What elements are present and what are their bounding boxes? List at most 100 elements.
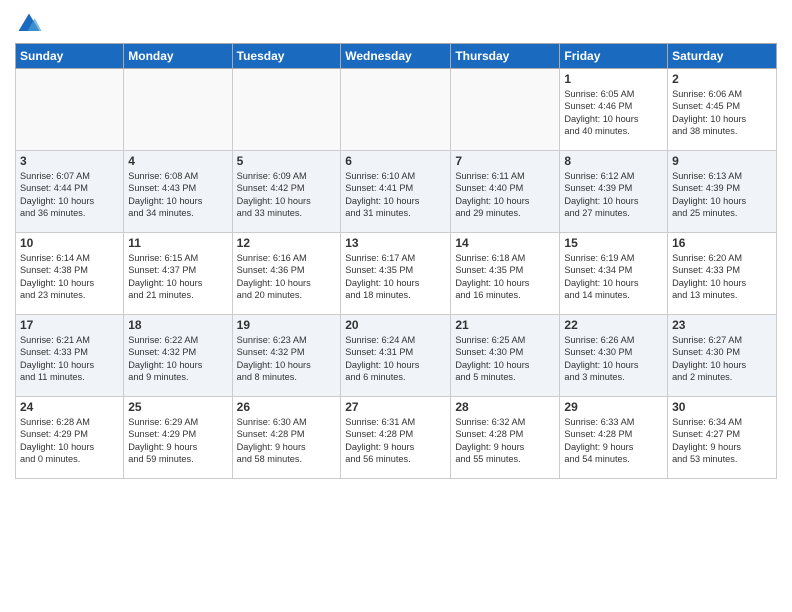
day-number: 1: [564, 72, 663, 86]
day-number: 12: [237, 236, 337, 250]
day-info: Sunrise: 6:26 AM Sunset: 4:30 PM Dayligh…: [564, 334, 663, 384]
day-info: Sunrise: 6:06 AM Sunset: 4:45 PM Dayligh…: [672, 88, 772, 138]
calendar-cell: 18 Sunrise: 6:22 AM Sunset: 4:32 PM Dayli…: [124, 315, 232, 397]
calendar-week-4: 17 Sunrise: 6:21 AM Sunset: 4:33 PM Dayli…: [16, 315, 777, 397]
calendar-week-5: 24 Sunrise: 6:28 AM Sunset: 4:29 PM Dayli…: [16, 397, 777, 479]
day-number: 17: [20, 318, 119, 332]
day-info: Sunrise: 6:05 AM Sunset: 4:46 PM Dayligh…: [564, 88, 663, 138]
day-number: 9: [672, 154, 772, 168]
calendar-week-2: 3Sunrise: 6:07 AM Sunset: 4:44 PM Daylig…: [16, 151, 777, 233]
day-info: Sunrise: 6:09 AM Sunset: 4:42 PM Dayligh…: [237, 170, 337, 220]
calendar-cell: [341, 69, 451, 151]
calendar-cell: 26Sunrise: 6:30 AM Sunset: 4:28 PM Dayli…: [232, 397, 341, 479]
calendar-cell: 4 Sunrise: 6:08 AM Sunset: 4:43 PM Daylig…: [124, 151, 232, 233]
day-info: Sunrise: 6:08 AM Sunset: 4:43 PM Dayligh…: [128, 170, 227, 220]
day-number: 6: [345, 154, 446, 168]
day-number: 2: [672, 72, 772, 86]
page-container: SundayMondayTuesdayWednesdayThursdayFrid…: [0, 0, 792, 484]
day-info: Sunrise: 6:33 AM Sunset: 4:28 PM Dayligh…: [564, 416, 663, 466]
day-number: 7: [455, 154, 555, 168]
calendar-cell: 14 Sunrise: 6:18 AM Sunset: 4:35 PM Dayli…: [451, 233, 560, 315]
calendar-cell: 16Sunrise: 6:20 AM Sunset: 4:33 PM Dayli…: [668, 233, 777, 315]
calendar-cell: 9 Sunrise: 6:13 AM Sunset: 4:39 PM Daylig…: [668, 151, 777, 233]
calendar-header-row: SundayMondayTuesdayWednesdayThursdayFrid…: [16, 44, 777, 69]
calendar-cell: 28Sunrise: 6:32 AM Sunset: 4:28 PM Dayli…: [451, 397, 560, 479]
calendar-cell: 7 Sunrise: 6:11 AM Sunset: 4:40 PM Daylig…: [451, 151, 560, 233]
calendar-header-saturday: Saturday: [668, 44, 777, 69]
day-info: Sunrise: 6:34 AM Sunset: 4:27 PM Dayligh…: [672, 416, 772, 466]
day-info: Sunrise: 6:12 AM Sunset: 4:39 PM Dayligh…: [564, 170, 663, 220]
calendar-cell: 29 Sunrise: 6:33 AM Sunset: 4:28 PM Dayli…: [560, 397, 668, 479]
day-info: Sunrise: 6:27 AM Sunset: 4:30 PM Dayligh…: [672, 334, 772, 384]
day-info: Sunrise: 6:13 AM Sunset: 4:39 PM Dayligh…: [672, 170, 772, 220]
calendar-week-3: 10 Sunrise: 6:14 AM Sunset: 4:38 PM Dayli…: [16, 233, 777, 315]
calendar-cell: 30 Sunrise: 6:34 AM Sunset: 4:27 PM Dayli…: [668, 397, 777, 479]
day-number: 30: [672, 400, 772, 414]
calendar-cell: 25 Sunrise: 6:29 AM Sunset: 4:29 PM Dayli…: [124, 397, 232, 479]
calendar: SundayMondayTuesdayWednesdayThursdayFrid…: [15, 43, 777, 479]
calendar-cell: 1 Sunrise: 6:05 AM Sunset: 4:46 PM Daylig…: [560, 69, 668, 151]
calendar-cell: 6 Sunrise: 6:10 AM Sunset: 4:41 PM Daylig…: [341, 151, 451, 233]
day-info: Sunrise: 6:16 AM Sunset: 4:36 PM Dayligh…: [237, 252, 337, 302]
calendar-cell: [16, 69, 124, 151]
calendar-cell: 23 Sunrise: 6:27 AM Sunset: 4:30 PM Dayli…: [668, 315, 777, 397]
day-number: 11: [128, 236, 227, 250]
calendar-cell: 10 Sunrise: 6:14 AM Sunset: 4:38 PM Dayli…: [16, 233, 124, 315]
calendar-cell: 15Sunrise: 6:19 AM Sunset: 4:34 PM Dayli…: [560, 233, 668, 315]
day-info: Sunrise: 6:29 AM Sunset: 4:29 PM Dayligh…: [128, 416, 227, 466]
day-info: Sunrise: 6:28 AM Sunset: 4:29 PM Dayligh…: [20, 416, 119, 466]
calendar-cell: 2 Sunrise: 6:06 AM Sunset: 4:45 PM Daylig…: [668, 69, 777, 151]
day-info: Sunrise: 6:17 AM Sunset: 4:35 PM Dayligh…: [345, 252, 446, 302]
calendar-cell: 20Sunrise: 6:24 AM Sunset: 4:31 PM Dayli…: [341, 315, 451, 397]
day-number: 18: [128, 318, 227, 332]
day-info: Sunrise: 6:07 AM Sunset: 4:44 PM Dayligh…: [20, 170, 119, 220]
day-number: 19: [237, 318, 337, 332]
calendar-cell: 3Sunrise: 6:07 AM Sunset: 4:44 PM Daylig…: [16, 151, 124, 233]
day-number: 20: [345, 318, 446, 332]
day-info: Sunrise: 6:15 AM Sunset: 4:37 PM Dayligh…: [128, 252, 227, 302]
calendar-cell: 11 Sunrise: 6:15 AM Sunset: 4:37 PM Dayli…: [124, 233, 232, 315]
logo: [15, 10, 47, 38]
day-number: 8: [564, 154, 663, 168]
day-number: 5: [237, 154, 337, 168]
day-number: 23: [672, 318, 772, 332]
day-number: 14: [455, 236, 555, 250]
day-number: 4: [128, 154, 227, 168]
day-number: 27: [345, 400, 446, 414]
day-info: Sunrise: 6:11 AM Sunset: 4:40 PM Dayligh…: [455, 170, 555, 220]
calendar-header-thursday: Thursday: [451, 44, 560, 69]
header: [15, 10, 777, 38]
calendar-cell: 13 Sunrise: 6:17 AM Sunset: 4:35 PM Dayli…: [341, 233, 451, 315]
day-number: 29: [564, 400, 663, 414]
day-info: Sunrise: 6:31 AM Sunset: 4:28 PM Dayligh…: [345, 416, 446, 466]
day-number: 22: [564, 318, 663, 332]
day-info: Sunrise: 6:22 AM Sunset: 4:32 PM Dayligh…: [128, 334, 227, 384]
calendar-cell: 5 Sunrise: 6:09 AM Sunset: 4:42 PM Daylig…: [232, 151, 341, 233]
calendar-cell: 19 Sunrise: 6:23 AM Sunset: 4:32 PM Dayli…: [232, 315, 341, 397]
calendar-cell: 22 Sunrise: 6:26 AM Sunset: 4:30 PM Dayli…: [560, 315, 668, 397]
day-number: 10: [20, 236, 119, 250]
day-number: 13: [345, 236, 446, 250]
day-number: 16: [672, 236, 772, 250]
calendar-header-sunday: Sunday: [16, 44, 124, 69]
calendar-header-tuesday: Tuesday: [232, 44, 341, 69]
day-info: Sunrise: 6:30 AM Sunset: 4:28 PM Dayligh…: [237, 416, 337, 466]
day-info: Sunrise: 6:23 AM Sunset: 4:32 PM Dayligh…: [237, 334, 337, 384]
day-info: Sunrise: 6:18 AM Sunset: 4:35 PM Dayligh…: [455, 252, 555, 302]
calendar-cell: 21 Sunrise: 6:25 AM Sunset: 4:30 PM Dayli…: [451, 315, 560, 397]
day-info: Sunrise: 6:21 AM Sunset: 4:33 PM Dayligh…: [20, 334, 119, 384]
calendar-cell: 24 Sunrise: 6:28 AM Sunset: 4:29 PM Dayli…: [16, 397, 124, 479]
calendar-cell: 17 Sunrise: 6:21 AM Sunset: 4:33 PM Dayli…: [16, 315, 124, 397]
day-number: 25: [128, 400, 227, 414]
day-number: 24: [20, 400, 119, 414]
logo-icon: [15, 10, 43, 38]
day-info: Sunrise: 6:32 AM Sunset: 4:28 PM Dayligh…: [455, 416, 555, 466]
calendar-week-1: 1 Sunrise: 6:05 AM Sunset: 4:46 PM Daylig…: [16, 69, 777, 151]
calendar-cell: 12 Sunrise: 6:16 AM Sunset: 4:36 PM Dayli…: [232, 233, 341, 315]
calendar-header-wednesday: Wednesday: [341, 44, 451, 69]
day-info: Sunrise: 6:25 AM Sunset: 4:30 PM Dayligh…: [455, 334, 555, 384]
day-info: Sunrise: 6:19 AM Sunset: 4:34 PM Dayligh…: [564, 252, 663, 302]
day-info: Sunrise: 6:14 AM Sunset: 4:38 PM Dayligh…: [20, 252, 119, 302]
day-info: Sunrise: 6:10 AM Sunset: 4:41 PM Dayligh…: [345, 170, 446, 220]
day-number: 21: [455, 318, 555, 332]
